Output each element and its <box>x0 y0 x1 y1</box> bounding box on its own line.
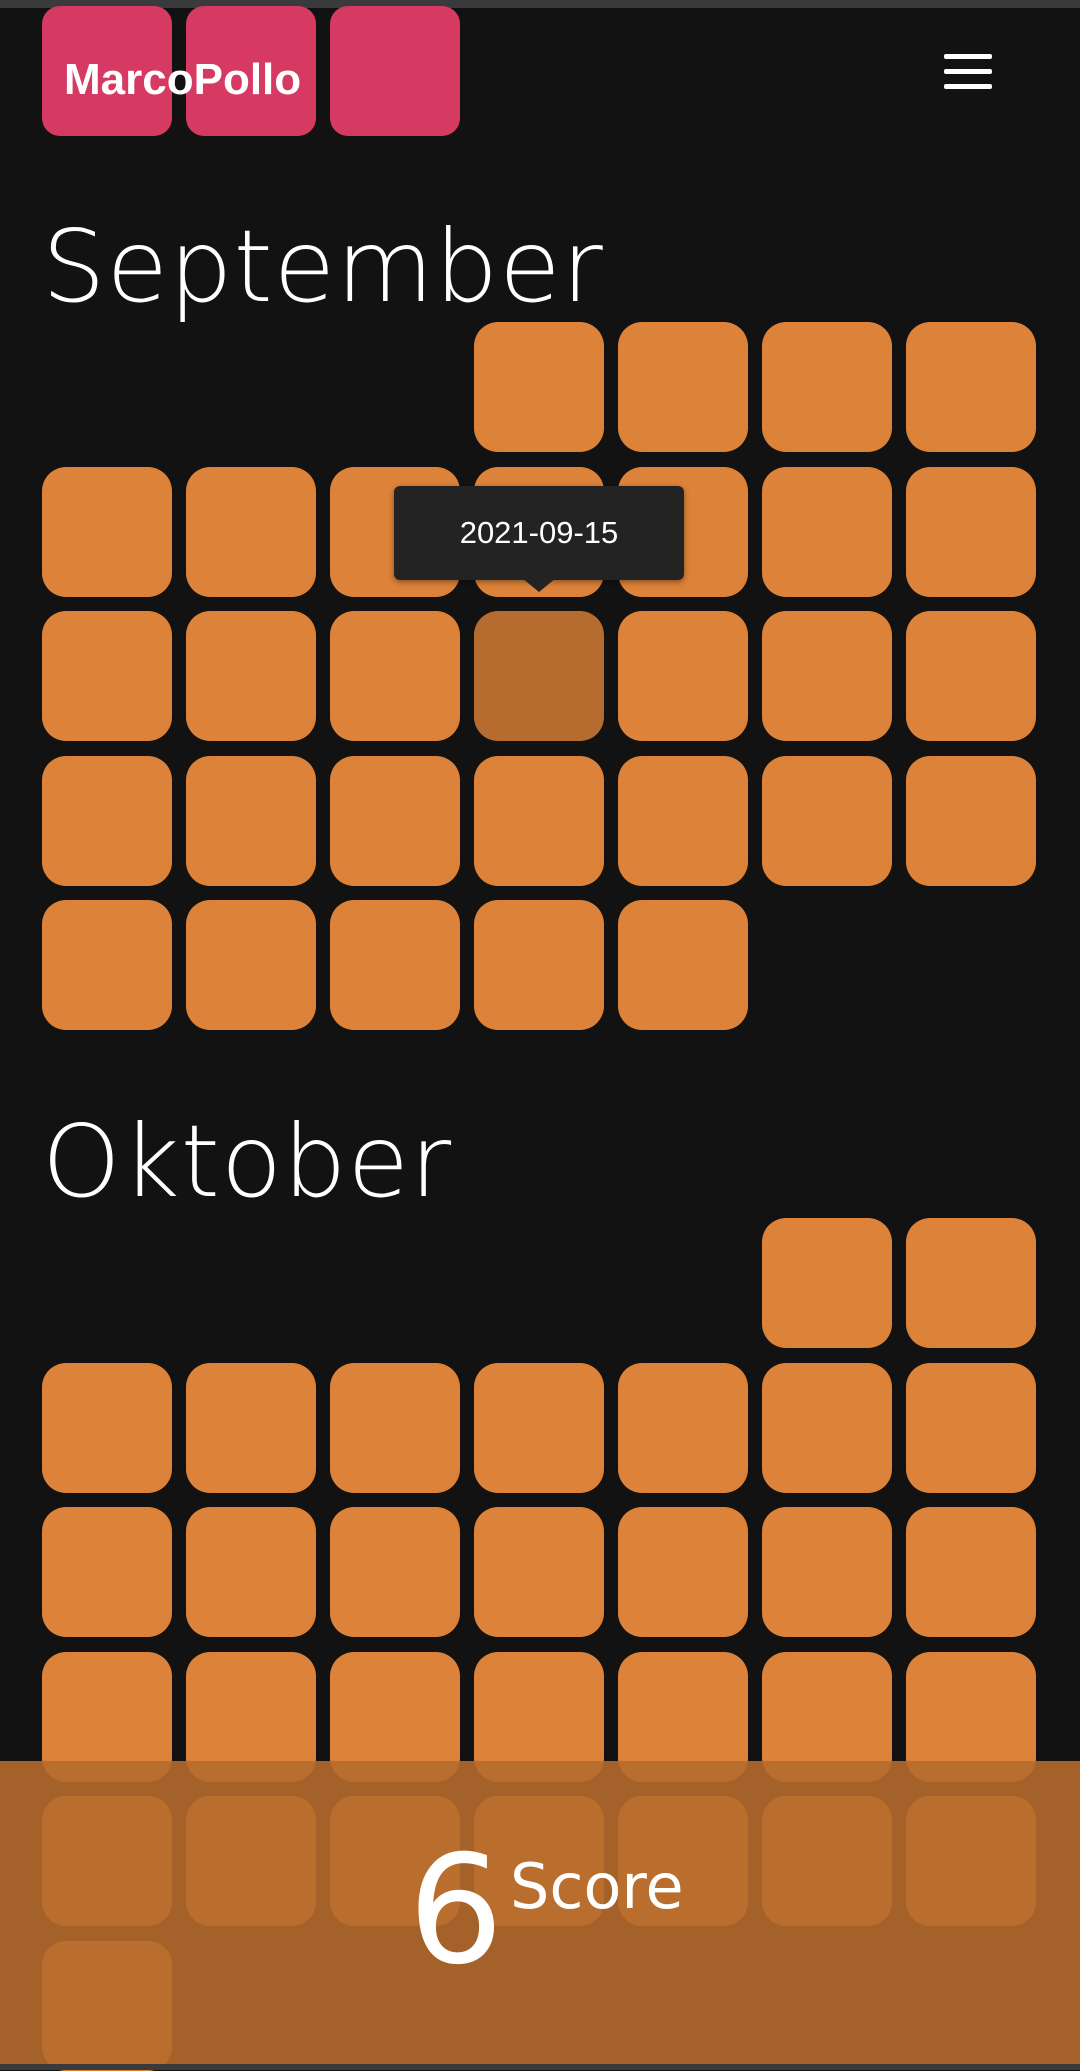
app-name[interactable]: MarcoPollo <box>64 52 301 108</box>
day-tile[interactable] <box>618 756 748 886</box>
day-tile[interactable] <box>330 756 460 886</box>
day-tile[interactable] <box>906 467 1036 597</box>
score-value: 6 <box>408 1824 504 1998</box>
day-tile[interactable] <box>330 611 460 741</box>
day-tile[interactable] <box>42 1363 172 1493</box>
day-tile[interactable] <box>474 1363 604 1493</box>
logo-tile-3 <box>330 6 460 136</box>
day-tile[interactable] <box>762 467 892 597</box>
day-tile[interactable] <box>42 611 172 741</box>
day-tile[interactable] <box>474 900 604 1030</box>
day-tile[interactable] <box>186 611 316 741</box>
tooltip-arrow <box>522 578 556 592</box>
day-tile[interactable] <box>474 322 604 452</box>
score-label: Score <box>510 1850 684 1923</box>
day-tile[interactable] <box>762 1363 892 1493</box>
status-strip <box>0 0 1080 8</box>
day-tile[interactable] <box>762 1218 892 1348</box>
day-tile[interactable] <box>186 467 316 597</box>
day-tile[interactable] <box>42 756 172 886</box>
day-tile[interactable] <box>42 467 172 597</box>
day-tile[interactable] <box>762 756 892 886</box>
day-tile[interactable] <box>618 322 748 452</box>
month-title-oktober: Oktober <box>42 1103 453 1220</box>
day-tile[interactable] <box>42 1507 172 1637</box>
day-tile[interactable] <box>906 611 1036 741</box>
day-tile[interactable] <box>474 611 604 741</box>
day-tile[interactable] <box>906 322 1036 452</box>
date-tooltip: 2021-09-15 <box>394 486 684 580</box>
day-tile[interactable] <box>474 1507 604 1637</box>
day-tile[interactable] <box>330 900 460 1030</box>
day-tile[interactable] <box>762 611 892 741</box>
day-tile[interactable] <box>618 1363 748 1493</box>
day-tile[interactable] <box>186 900 316 1030</box>
day-tile[interactable] <box>906 1507 1036 1637</box>
day-tile[interactable] <box>330 1507 460 1637</box>
day-tile[interactable] <box>186 1507 316 1637</box>
day-tile[interactable] <box>618 900 748 1030</box>
month-title-september: September <box>42 208 604 325</box>
day-tile[interactable] <box>618 1507 748 1637</box>
day-tile[interactable] <box>762 322 892 452</box>
day-tile[interactable] <box>186 756 316 886</box>
bottom-strip <box>0 2064 1080 2070</box>
day-tile[interactable] <box>762 1507 892 1637</box>
day-tile[interactable] <box>42 900 172 1030</box>
day-tile[interactable] <box>330 1363 460 1493</box>
hamburger-menu-icon[interactable] <box>944 54 1000 98</box>
day-tile[interactable] <box>906 1218 1036 1348</box>
day-tile[interactable] <box>906 1363 1036 1493</box>
day-tile[interactable] <box>474 756 604 886</box>
day-tile[interactable] <box>618 611 748 741</box>
day-tile[interactable] <box>906 756 1036 886</box>
day-tile[interactable] <box>186 1363 316 1493</box>
